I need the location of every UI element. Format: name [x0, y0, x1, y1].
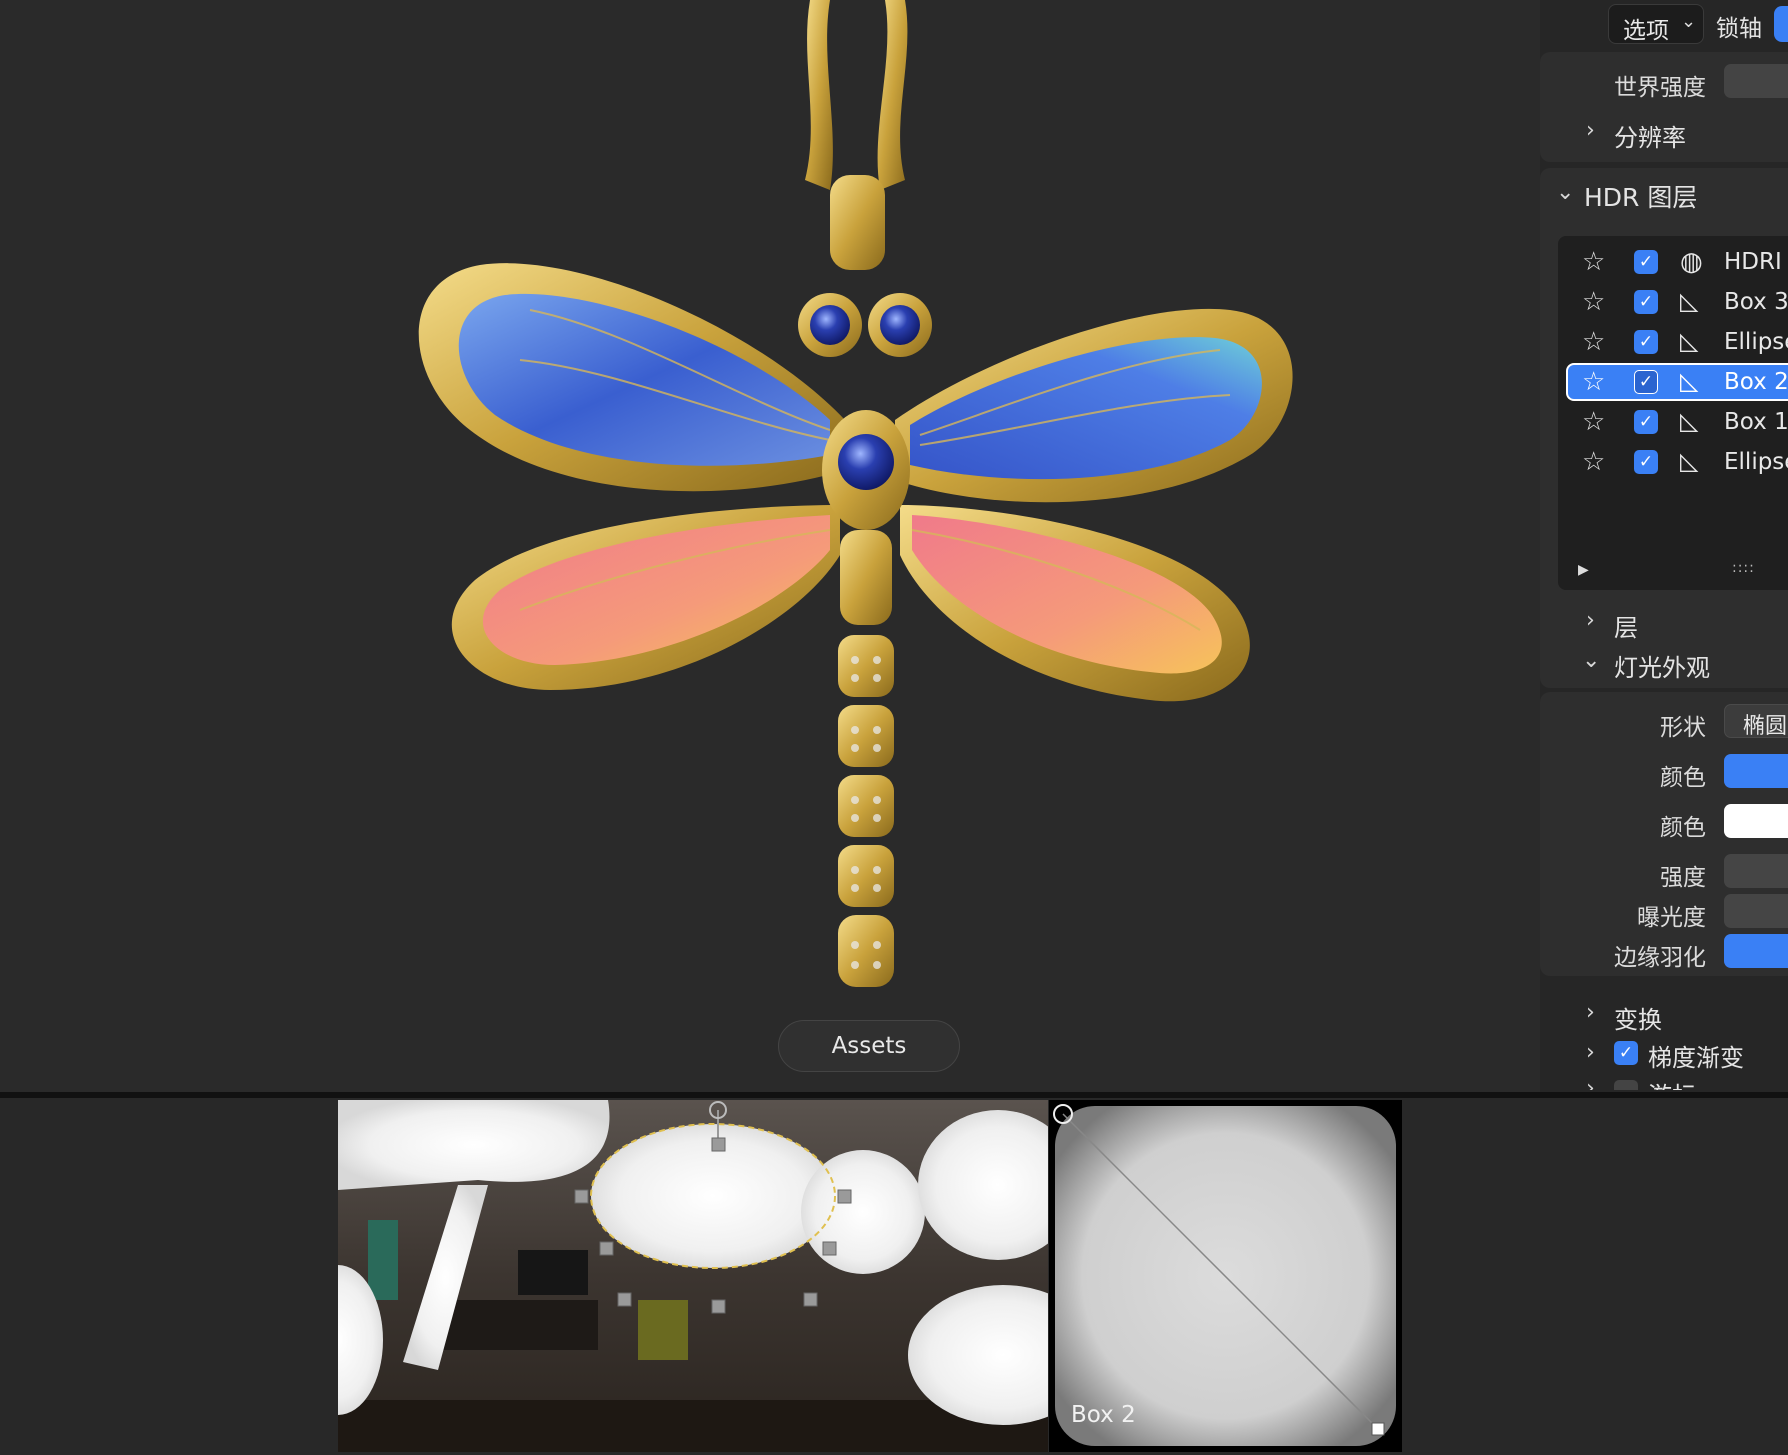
color-label: 颜色 [1660, 765, 1706, 791]
layer-visibility-checkbox[interactable]: ✓ [1634, 370, 1658, 394]
shape-value: 椭圆 [1743, 714, 1788, 739]
star-icon[interactable]: ☆ [1582, 329, 1605, 355]
render-viewport[interactable]: Assets [0, 0, 1788, 1092]
color-label-2: 颜色 [1660, 815, 1706, 841]
color-swatch-blue[interactable] [1724, 754, 1788, 788]
list-resize-grip[interactable]: :::: [1732, 560, 1755, 576]
checkmark-icon: ✓ [1638, 252, 1654, 272]
checkmark-icon: ✓ [1638, 332, 1654, 352]
star-icon[interactable]: ☆ [1582, 369, 1605, 395]
gradient-checkbox[interactable]: ✓ [1614, 1041, 1638, 1065]
shape-label: 形状 [1660, 715, 1706, 741]
cursor-checkbox[interactable] [1614, 1080, 1638, 1090]
hdri-panorama-preview[interactable] [338, 1100, 1048, 1452]
cursor-row-clip: › 游标 [1580, 1076, 1780, 1090]
shape-dropdown[interactable]: 椭圆 [1724, 704, 1788, 739]
lock-axis-toggle[interactable] [1774, 6, 1788, 42]
play-icon[interactable]: ▶ [1578, 562, 1589, 578]
lock-axis-label: 锁轴 [1716, 16, 1762, 42]
layer-visibility-checkbox[interactable]: ✓ [1634, 450, 1658, 474]
layer-visibility-checkbox[interactable]: ✓ [1634, 410, 1658, 434]
area-light-icon: ◺ [1680, 367, 1699, 395]
color-swatch-white[interactable] [1724, 804, 1788, 838]
box-light-preview[interactable]: Box 2 [1049, 1100, 1402, 1452]
chevron-right-icon: › [1586, 1040, 1595, 1065]
chevron-right-icon: › [1586, 1076, 1595, 1090]
checkmark-icon: ✓ [1638, 372, 1654, 392]
star-icon[interactable]: ☆ [1582, 249, 1605, 275]
edge-feather-label: 边缘羽化 [1614, 945, 1706, 971]
layer-row-ellipse[interactable]: ☆ ✓ ◺ Ellipse [1566, 323, 1788, 361]
area-light-icon: ◺ [1680, 447, 1699, 475]
hdr-layers-title[interactable]: HDR 图层 [1584, 178, 1697, 214]
gradient-section-label[interactable]: 梯度渐变 [1648, 1038, 1744, 1073]
layer-section-label[interactable]: 层 [1614, 608, 1638, 643]
star-icon[interactable]: ☆ [1582, 409, 1605, 435]
chevron-right-icon: › [1586, 1000, 1595, 1025]
layer-visibility-checkbox[interactable]: ✓ [1634, 250, 1658, 274]
strength-slider[interactable] [1724, 854, 1788, 888]
layer-row-box1[interactable]: ☆ ✓ ◺ Box 1 [1566, 403, 1788, 441]
options-label: 选项 [1623, 18, 1669, 44]
chevron-down-icon: ⌄ [1681, 11, 1697, 32]
layer-name: Box 2 [1724, 369, 1788, 395]
edge-feather-slider[interactable] [1724, 934, 1788, 968]
assets-button[interactable]: Assets [778, 1020, 960, 1072]
layer-name: Box 3 [1724, 289, 1788, 315]
checkmark-icon: ✓ [1638, 412, 1654, 432]
box-preview-label: Box 2 [1071, 1402, 1136, 1428]
area-light-icon: ◺ [1680, 327, 1699, 355]
world-strength-field[interactable] [1724, 64, 1788, 98]
chevron-down-icon: ⌄ [1582, 648, 1601, 673]
options-dropdown[interactable]: 选项 ⌄ [1608, 4, 1704, 44]
layer-row-box2-selected[interactable]: ☆ ✓ ◺ Box 2 [1566, 363, 1788, 401]
world-strength-label: 世界强度 [1614, 75, 1706, 101]
resolution-section-label[interactable]: 分辨率 [1614, 118, 1686, 153]
checkmark-icon: ✓ [1618, 1043, 1634, 1063]
layer-name: HDRI [1724, 249, 1782, 275]
layer-name: Ellipse [1724, 449, 1788, 475]
light-appearance-section-label[interactable]: 灯光外观 [1614, 648, 1710, 683]
box-light-gradient [1049, 1100, 1402, 1452]
layer-visibility-checkbox[interactable]: ✓ [1634, 290, 1658, 314]
globe-icon: ◍ [1680, 247, 1703, 277]
checkmark-icon: ✓ [1638, 452, 1654, 472]
layer-visibility-checkbox[interactable]: ✓ [1634, 330, 1658, 354]
layer-name: Ellipse [1724, 329, 1788, 355]
layer-row-hdri[interactable]: ☆ ✓ ◍ HDRI [1566, 243, 1788, 281]
chevron-right-icon: › [1586, 118, 1595, 143]
star-icon[interactable]: ☆ [1582, 449, 1605, 475]
dragonfly-pendant-render [418, 0, 1293, 987]
star-icon[interactable]: ☆ [1582, 289, 1605, 315]
layer-name: Box 1 [1724, 409, 1788, 435]
layer-row-ellipse-2[interactable]: ☆ ✓ ◺ Ellipse [1566, 443, 1788, 481]
chevron-down-icon[interactable]: ⌄ [1556, 180, 1574, 205]
area-light-icon: ◺ [1680, 287, 1699, 315]
exposure-slider[interactable] [1724, 894, 1788, 928]
exposure-label: 曝光度 [1637, 905, 1706, 931]
chevron-right-icon: › [1586, 608, 1595, 633]
layer-row-box3[interactable]: ☆ ✓ ◺ Box 3 [1566, 283, 1788, 321]
transform-section-label[interactable]: 变换 [1614, 1000, 1662, 1035]
checkmark-icon: ✓ [1638, 292, 1654, 312]
area-light-icon: ◺ [1680, 407, 1699, 435]
strength-label: 强度 [1660, 865, 1706, 891]
hdri-panorama-image [338, 1100, 1048, 1452]
cursor-section-label[interactable]: 游标 [1648, 1076, 1696, 1090]
